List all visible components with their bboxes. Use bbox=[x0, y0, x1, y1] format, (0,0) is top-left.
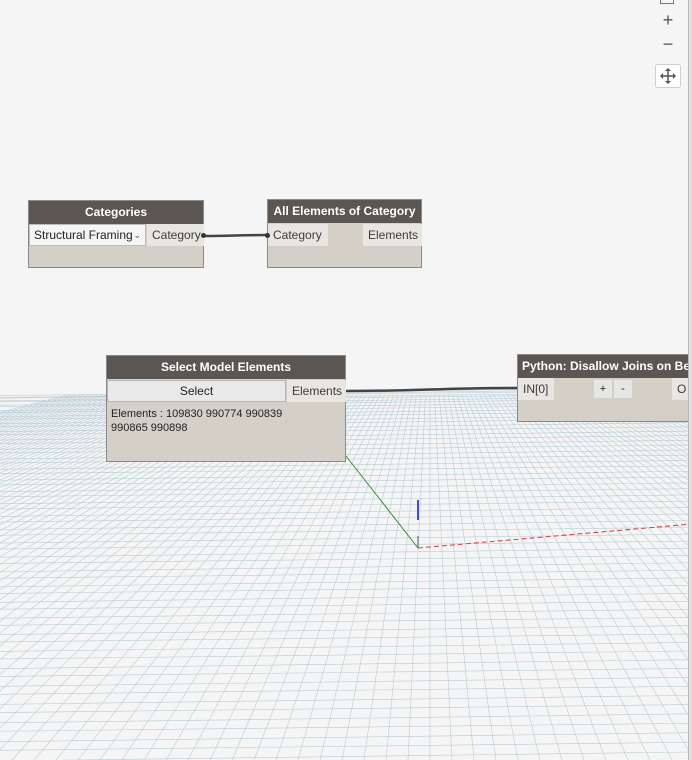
window-right-edge bbox=[688, 0, 692, 760]
wire-categories-to-all-elements[interactable] bbox=[203, 233, 268, 238]
node-categories[interactable]: Categories Structural Framing ⌄ Category bbox=[28, 200, 206, 268]
pan-button[interactable] bbox=[655, 64, 681, 88]
node-preview: Elements : 109830 990774 990839 990865 9… bbox=[111, 407, 282, 435]
pan-icon bbox=[660, 68, 676, 84]
chevron-down-icon: ⌄ bbox=[133, 230, 141, 240]
output-port-category[interactable]: Category bbox=[147, 224, 204, 246]
node-title[interactable]: Python: Disallow Joins on Bea bbox=[518, 355, 692, 378]
output-port-elements[interactable]: Elements bbox=[287, 380, 346, 402]
node-title[interactable]: Categories bbox=[29, 201, 203, 224]
add-input-button[interactable]: + bbox=[594, 380, 612, 398]
category-dropdown[interactable]: Structural Framing ⌄ bbox=[29, 224, 146, 246]
wire-select-to-python[interactable] bbox=[345, 386, 519, 393]
preview-line: Elements : 109830 990774 990839 bbox=[111, 408, 283, 420]
input-connector[interactable] bbox=[265, 233, 270, 238]
preview-line: 990865 990898 bbox=[111, 422, 188, 434]
dropdown-value: Structural Framing bbox=[34, 228, 133, 242]
node-select-model-elements[interactable]: Select Model Elements Select Elements El… bbox=[106, 355, 346, 462]
node-title[interactable]: Select Model Elements bbox=[107, 356, 345, 379]
output-connector[interactable] bbox=[201, 233, 206, 238]
node-python-script[interactable]: Python: Disallow Joins on Bea IN[0] + - … bbox=[517, 354, 692, 422]
workspace-canvas[interactable]: Categories Structural Framing ⌄ Category… bbox=[0, 0, 692, 760]
fit-view-icon[interactable] bbox=[660, 0, 674, 4]
output-port-elements[interactable]: Elements bbox=[363, 224, 422, 246]
input-port-in0[interactable]: IN[0] bbox=[518, 378, 554, 400]
input-port-category[interactable]: Category bbox=[268, 224, 328, 246]
zoom-out-button[interactable]: − bbox=[655, 33, 681, 57]
node-title[interactable]: All Elements of Category bbox=[268, 200, 421, 223]
remove-input-button[interactable]: - bbox=[614, 380, 632, 398]
node-all-elements-of-category[interactable]: All Elements of Category Category Elemen… bbox=[265, 199, 422, 268]
select-button[interactable]: Select bbox=[107, 380, 286, 402]
zoom-in-button[interactable]: + bbox=[655, 9, 681, 33]
